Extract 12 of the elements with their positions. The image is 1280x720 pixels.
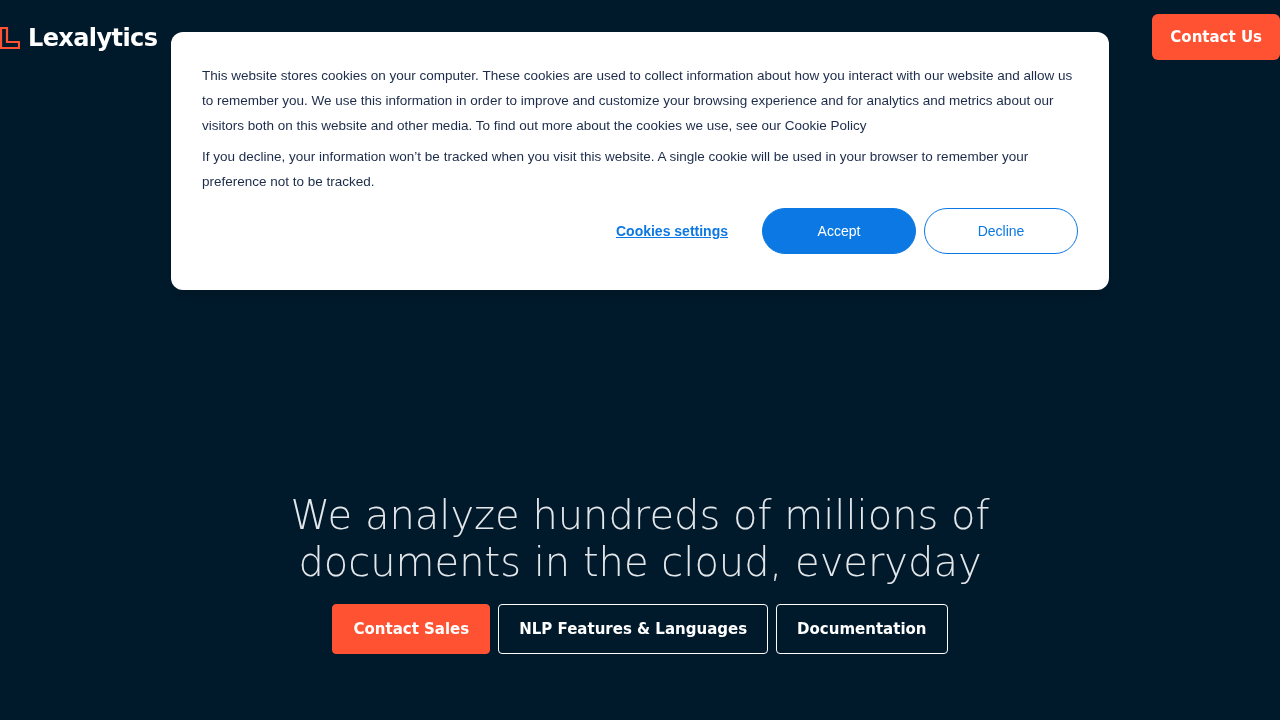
contact-button[interactable]: Contact Us: [1152, 14, 1280, 60]
cookies-settings-link[interactable]: Cookies settings: [615, 221, 728, 241]
cookie-text: This website stores cookies on your computer. These cookies are used to collect information about how you interact with our website and allow us to remember you. We use this information in order to improve and customize your browsing experience and for analytics and metrics about our visitors both on this website and other media. To find out more about the cookies we use, see our Cookie Policy: [202, 67, 1074, 135]
accept-button[interactable]: Accept: [762, 208, 916, 254]
hero-button[interactable]: Contact Sales: [332, 604, 491, 654]
decline-button[interactable]: Decline: [924, 208, 1078, 254]
hero-heading: We analyze hundreds of millions of documents in the cloud, everyday: [289, 492, 991, 586]
hero-button[interactable]: NLP Features & Languages: [498, 604, 769, 654]
logo-text[interactable]: Lexalytics: [28, 22, 158, 54]
cookie-text: If you decline, your information won’t be tracked when you visit this website. A single cookie will be used in your browser to remember your preference not to be tracked.: [202, 148, 1030, 191]
hero-button[interactable]: Documentation: [776, 604, 948, 654]
logo-icon: [0, 26, 20, 50]
